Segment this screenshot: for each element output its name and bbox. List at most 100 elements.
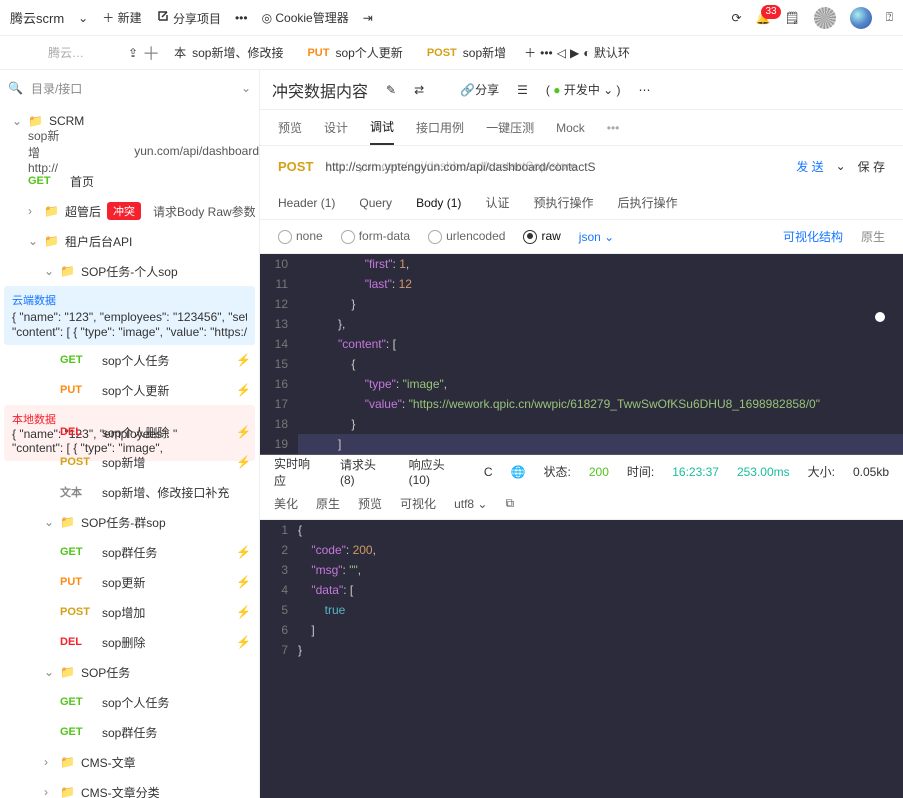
prev-icon[interactable]: ◁ bbox=[557, 46, 566, 60]
tree-item[interactable]: DELsop删除⚡ bbox=[0, 627, 259, 657]
radio-none[interactable]: none bbox=[278, 229, 323, 244]
encoding-select[interactable]: utf8 ⌄ bbox=[454, 497, 487, 511]
req-headers-tab[interactable]: 请求头(8) bbox=[340, 456, 391, 487]
share-button[interactable]: 🔗分享 bbox=[460, 81, 499, 98]
time-label: 时间: bbox=[627, 463, 654, 480]
list-icon[interactable]: ☰ bbox=[517, 83, 528, 97]
bolt-icon: ⚡ bbox=[236, 425, 251, 439]
response-body-viewer[interactable]: 1{2 "code": 200,3 "msg": "",4 "data": [5… bbox=[260, 520, 903, 798]
env-indicator[interactable]: ◐ 默认环 bbox=[583, 44, 630, 61]
tab-cases[interactable]: 接口用例 bbox=[416, 111, 464, 144]
response-tools: 美化 原生 预览 可视化 utf8 ⌄ ⧉ bbox=[260, 488, 903, 520]
tab-mock[interactable]: Mock bbox=[556, 113, 585, 143]
tree-item[interactable]: GETsop个人任务⚡ bbox=[0, 345, 259, 375]
resp-headers-tab[interactable]: 响应头(10) bbox=[409, 456, 466, 487]
tab-stress[interactable]: 一键压测 bbox=[486, 111, 534, 144]
cookie-manager-button[interactable]: ◎ Cookie管理器 bbox=[262, 9, 349, 26]
chevron-down-icon[interactable]: ⌄ bbox=[241, 81, 251, 95]
add-icon[interactable]: ＋ bbox=[524, 44, 536, 61]
bolt-icon: ⚡ bbox=[236, 575, 251, 589]
json-select[interactable]: json ⌄ bbox=[579, 230, 614, 244]
request-body-editor[interactable]: 10 "first": 1,11 "last": 1212 }13 },14 "… bbox=[260, 254, 903, 454]
chevron-down-icon[interactable]: ⌄ bbox=[78, 11, 88, 25]
more-icon[interactable]: ••• bbox=[235, 11, 248, 25]
tree-item[interactable]: POSTsop增加⚡ bbox=[0, 597, 259, 627]
sync-icon[interactable]: ⟳ bbox=[732, 11, 742, 25]
search-input[interactable]: 目录/接口 bbox=[31, 80, 233, 97]
tree-group[interactable]: ›📁 超管后 冲突 请求Body Raw参数 bbox=[0, 196, 259, 226]
more-icon[interactable]: ••• bbox=[607, 121, 620, 135]
tab-item[interactable]: 本 sop新增、修改接 bbox=[164, 40, 293, 65]
globe-icon: 🌐 bbox=[511, 465, 526, 479]
content-panel: 冲突数据内容 ✎ ⇄ 🔗分享 ☰ ( ● 开发中 ⌄ ) ⋯ 预览 设计 调试 … bbox=[260, 70, 903, 798]
note-icon[interactable]: 🗒 bbox=[785, 11, 800, 25]
upload-icon[interactable]: ⇪ bbox=[128, 46, 138, 60]
tab-debug[interactable]: 调试 bbox=[370, 110, 394, 145]
edit-icon[interactable]: ✎ bbox=[386, 83, 396, 97]
response-header: 实时响应 请求头(8) 响应头(10) C 🌐 状态: 200 时间: 16:2… bbox=[260, 454, 903, 488]
tree-item[interactable]: PUTsop个人更新⚡ bbox=[0, 375, 259, 405]
app-topbar: 腾云scrm ⌄ ＋ 新建 分享项目 ••• ◎ Cookie管理器 ⇥ ⟳ 🔔… bbox=[0, 0, 903, 36]
tab-prescript[interactable]: 预执行操作 bbox=[533, 194, 593, 211]
tree-item[interactable]: sop新增 http://yun.com/api/dashboard bbox=[0, 136, 259, 166]
save-button[interactable]: 保 存 bbox=[858, 158, 885, 175]
raw-button[interactable]: 原生 bbox=[316, 495, 340, 512]
tree-group[interactable]: ⌄📁 SOP任务-个人sop bbox=[0, 256, 259, 286]
avatar[interactable] bbox=[814, 7, 836, 29]
globe-icon[interactable] bbox=[850, 7, 872, 29]
toggle-icon[interactable]: ⇄ bbox=[414, 83, 424, 97]
tree-group[interactable]: ›📁 CMS-文章分类 bbox=[0, 777, 259, 798]
tree-item[interactable]: GETsop群任务⚡ bbox=[0, 537, 259, 567]
realtime-label[interactable]: 实时响应 bbox=[274, 455, 322, 489]
more-icon[interactable]: ⋯ bbox=[639, 83, 651, 97]
tree-item[interactable]: GETsop个人任务 bbox=[0, 687, 259, 717]
tab-header[interactable]: Header (1) bbox=[278, 196, 335, 210]
tree-item[interactable]: PUTsop更新⚡ bbox=[0, 567, 259, 597]
tab-body[interactable]: Body (1) bbox=[416, 196, 461, 210]
more-icon[interactable]: ••• bbox=[540, 46, 553, 60]
cookie-tab[interactable]: C bbox=[484, 465, 493, 479]
tab-item[interactable]: PUTsop个人更新 bbox=[297, 40, 412, 65]
tab-preview[interactable]: 预览 bbox=[278, 111, 302, 144]
bell-icon[interactable]: 🔔 bbox=[756, 11, 771, 25]
add-tab-button[interactable]: ＋ bbox=[142, 40, 160, 66]
toggle-panel-icon[interactable]: ⇥ bbox=[363, 11, 373, 25]
preview-button[interactable]: 预览 bbox=[358, 495, 382, 512]
workspace-shadow: 腾云… bbox=[8, 44, 124, 61]
url-input[interactable]: http:// yun.com/api/dashboard/contactSop… bbox=[325, 159, 784, 174]
send-button[interactable]: 发 送 bbox=[796, 158, 823, 175]
tree-group[interactable]: ⌄📁 SOP任务-群sop bbox=[0, 507, 259, 537]
next-icon[interactable]: ▶ bbox=[570, 46, 579, 60]
sidebar: 🔍 目录/接口 ⌄ ⌄📁 SCRM sop新增 http://yun.com/a… bbox=[0, 70, 260, 798]
radio-raw[interactable]: raw bbox=[523, 229, 560, 244]
share-button[interactable]: 分享项目 bbox=[156, 9, 221, 27]
size-value: 0.05kb bbox=[853, 465, 889, 479]
visual-button[interactable]: 可视化 bbox=[400, 495, 436, 512]
workspace-name[interactable]: 腾云scrm bbox=[10, 8, 64, 27]
tab-query[interactable]: Query bbox=[359, 196, 392, 210]
tree-item[interactable]: 文本sop新增、修改接口补充 bbox=[0, 477, 259, 507]
request-section-tabs: Header (1) Query Body (1) 认证 预执行操作 后执行操作 bbox=[260, 186, 903, 220]
tree-group[interactable]: ›📁 CMS-文章 bbox=[0, 747, 259, 777]
beautify-button[interactable]: 美化 bbox=[274, 495, 298, 512]
tab-design[interactable]: 设计 bbox=[324, 111, 348, 144]
tree-group[interactable]: ⌄📁 租户后台API bbox=[0, 226, 259, 256]
visual-struct-link[interactable]: 可视化结构 bbox=[783, 228, 843, 245]
user-icon[interactable]: ⍰ bbox=[886, 10, 893, 25]
tab-auth[interactable]: 认证 bbox=[485, 194, 509, 211]
raw-label[interactable]: 原生 bbox=[861, 228, 885, 245]
new-button[interactable]: ＋ 新建 bbox=[102, 9, 141, 26]
copy-icon[interactable]: ⧉ bbox=[505, 496, 514, 511]
tree-group[interactable]: ⌄📁 SOP任务 bbox=[0, 657, 259, 687]
method-select[interactable]: POST bbox=[278, 159, 313, 174]
radio-urlencoded[interactable]: urlencoded bbox=[428, 229, 505, 244]
chevron-down-icon[interactable]: ⌄ bbox=[836, 159, 846, 173]
radio-formdata[interactable]: form-data bbox=[341, 229, 410, 244]
tree-item[interactable]: GETsop群任务 bbox=[0, 717, 259, 747]
share-icon bbox=[156, 9, 170, 23]
env-badge[interactable]: ( ● 开发中 ⌄ ) bbox=[546, 81, 621, 98]
search-icon[interactable]: 🔍 bbox=[8, 81, 23, 95]
tab-item[interactable]: POSTsop新增 bbox=[417, 40, 516, 65]
breakpoint-icon bbox=[875, 312, 885, 322]
tab-postscript[interactable]: 后执行操作 bbox=[617, 194, 677, 211]
